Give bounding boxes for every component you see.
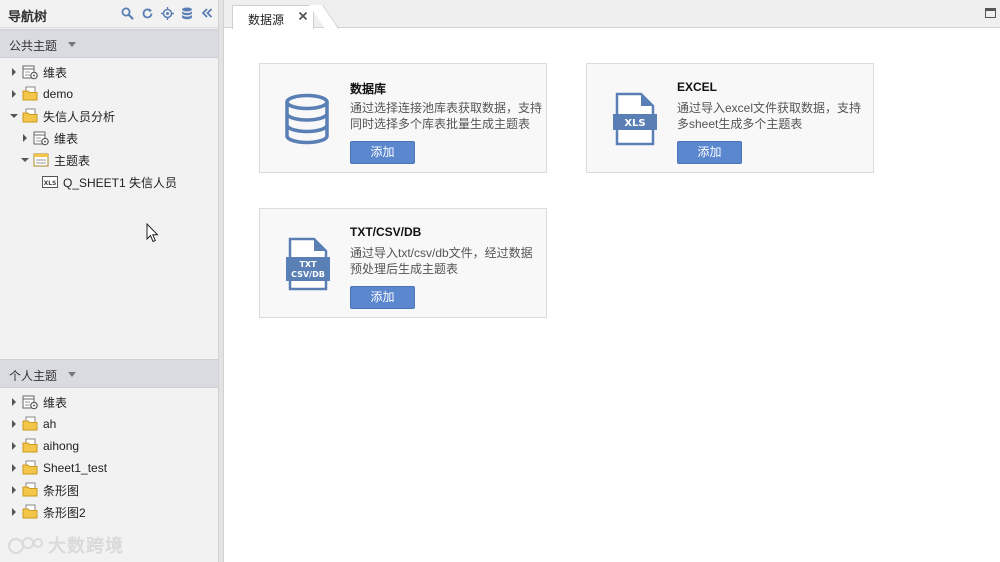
card-description: 通过导入excel文件获取数据，支持 多sheet生成多个主题表 bbox=[677, 101, 862, 131]
tree-item-dimension[interactable]: 维表 bbox=[0, 61, 218, 83]
dimension-icon bbox=[22, 394, 38, 410]
card-description: 通过导入txt/csv/db文件，经过数据 预处理后生成主题表 bbox=[350, 246, 533, 276]
tree-item-dimension[interactable]: 维表 bbox=[0, 391, 218, 413]
folder-icon bbox=[22, 438, 38, 454]
tab-datasource[interactable]: 数据源 bbox=[232, 5, 340, 29]
tree-item-subject-table[interactable]: 主题表 bbox=[0, 149, 218, 171]
watermark: 大数跨境 bbox=[8, 532, 124, 558]
tree-item-q-sheet1[interactable]: XLS Q_SHEET1 失信人员 bbox=[0, 171, 218, 193]
mouse-cursor-icon bbox=[146, 222, 160, 246]
expand-arrow-icon[interactable] bbox=[9, 397, 19, 407]
public-section-label: 公共主题 bbox=[9, 39, 58, 53]
folder-icon bbox=[22, 482, 38, 498]
tree-item-dishonest-analysis[interactable]: 失信人员分析 bbox=[0, 105, 218, 127]
public-tree: 维表 demo 失信人员分析 维表 主题表 XLS Q_SHEET1 失信人员 bbox=[0, 61, 218, 193]
expand-arrow-icon[interactable] bbox=[9, 67, 19, 77]
xls-icon: XLS bbox=[42, 174, 58, 190]
nav-toolbar bbox=[120, 6, 214, 20]
public-section-header[interactable]: 公共主题 bbox=[0, 29, 218, 58]
expand-arrow-icon[interactable] bbox=[9, 463, 19, 473]
card-title: TXT/CSV/DB bbox=[350, 225, 422, 239]
navigation-sidebar: 导航树 公共主题 维表 demo 失信人员分析 维表 主题表 XLS Q_SHE… bbox=[0, 0, 218, 562]
tree-item-aihong[interactable]: aihong bbox=[0, 435, 218, 457]
sidebar-splitter[interactable] bbox=[218, 0, 224, 562]
tree-item-dimension-sub[interactable]: 维表 bbox=[0, 127, 218, 149]
folder-icon bbox=[22, 86, 38, 102]
txt-file-icon: TXT CSV/DB bbox=[282, 237, 332, 293]
card-description: 通过选择连接池库表获取数据，支持 同时选择多个库表批量生成主题表 bbox=[350, 101, 543, 131]
watermark-text: 大数跨境 bbox=[48, 536, 124, 556]
tree-item-ah[interactable]: ah bbox=[0, 413, 218, 435]
tab-bar: 数据源 bbox=[224, 0, 1000, 29]
tree-item-bar-chart-2[interactable]: 条形图2 bbox=[0, 501, 218, 523]
database-card: 数据库 通过选择连接池库表获取数据，支持 同时选择多个库表批量生成主题表 添加 bbox=[259, 63, 547, 173]
add-txt-button[interactable]: 添加 bbox=[350, 286, 415, 309]
close-icon[interactable] bbox=[296, 9, 310, 23]
collapse-arrow-icon[interactable] bbox=[20, 155, 30, 165]
collapse-left-icon[interactable] bbox=[200, 6, 214, 20]
dimension-icon bbox=[22, 64, 38, 80]
subject-table-icon bbox=[33, 152, 49, 168]
maximize-icon[interactable] bbox=[985, 8, 996, 18]
expand-arrow-icon[interactable] bbox=[9, 419, 19, 429]
chevron-down-icon[interactable] bbox=[68, 372, 76, 377]
folder-icon bbox=[22, 504, 38, 520]
add-excel-button[interactable]: 添加 bbox=[677, 141, 742, 164]
txt-csv-db-card: TXT CSV/DB TXT/CSV/DB 通过导入txt/csv/db文件，经过… bbox=[259, 208, 547, 318]
xls-file-icon: XLS bbox=[609, 92, 659, 148]
tree-item-sheet1-test[interactable]: Sheet1_test bbox=[0, 457, 218, 479]
dimension-icon bbox=[33, 130, 49, 146]
csv-db-icon-label: CSV/DB bbox=[291, 270, 325, 279]
expand-arrow-icon[interactable] bbox=[9, 89, 19, 99]
folder-icon bbox=[22, 460, 38, 476]
card-title: 数据库 bbox=[350, 82, 387, 96]
excel-card: XLS EXCEL 通过导入excel文件获取数据，支持 多sheet生成多个主… bbox=[586, 63, 874, 173]
tree-item-demo[interactable]: demo bbox=[0, 83, 218, 105]
watermark-logo-icon bbox=[8, 537, 43, 555]
folder-icon bbox=[22, 416, 38, 432]
nav-title: 导航树 bbox=[8, 9, 48, 24]
xls-icon-label: XLS bbox=[624, 118, 645, 129]
nav-header: 导航树 bbox=[0, 0, 218, 28]
expand-arrow-icon[interactable] bbox=[9, 485, 19, 495]
collapse-arrow-icon[interactable] bbox=[9, 111, 19, 121]
tab-label: 数据源 bbox=[248, 13, 285, 27]
card-title: EXCEL bbox=[677, 80, 718, 94]
svg-text:XLS: XLS bbox=[44, 180, 57, 187]
personal-section-header[interactable]: 个人主题 bbox=[0, 359, 218, 388]
search-icon[interactable] bbox=[120, 6, 134, 20]
expand-arrow-icon[interactable] bbox=[9, 441, 19, 451]
refresh-icon[interactable] bbox=[140, 6, 154, 20]
locate-icon[interactable] bbox=[160, 6, 174, 20]
personal-section-label: 个人主题 bbox=[9, 369, 58, 383]
expand-arrow-icon[interactable] bbox=[9, 507, 19, 517]
txt-icon-label: TXT bbox=[299, 260, 317, 269]
add-database-button[interactable]: 添加 bbox=[350, 141, 415, 164]
database-icon[interactable] bbox=[180, 6, 194, 20]
database-icon bbox=[282, 92, 332, 148]
folder-icon bbox=[22, 108, 38, 124]
chevron-down-icon[interactable] bbox=[68, 42, 76, 47]
personal-tree: 维表 ah aihong Sheet1_test 条形图 条形图2 bbox=[0, 391, 218, 523]
tree-item-bar-chart[interactable]: 条形图 bbox=[0, 479, 218, 501]
expand-arrow-icon[interactable] bbox=[20, 133, 30, 143]
